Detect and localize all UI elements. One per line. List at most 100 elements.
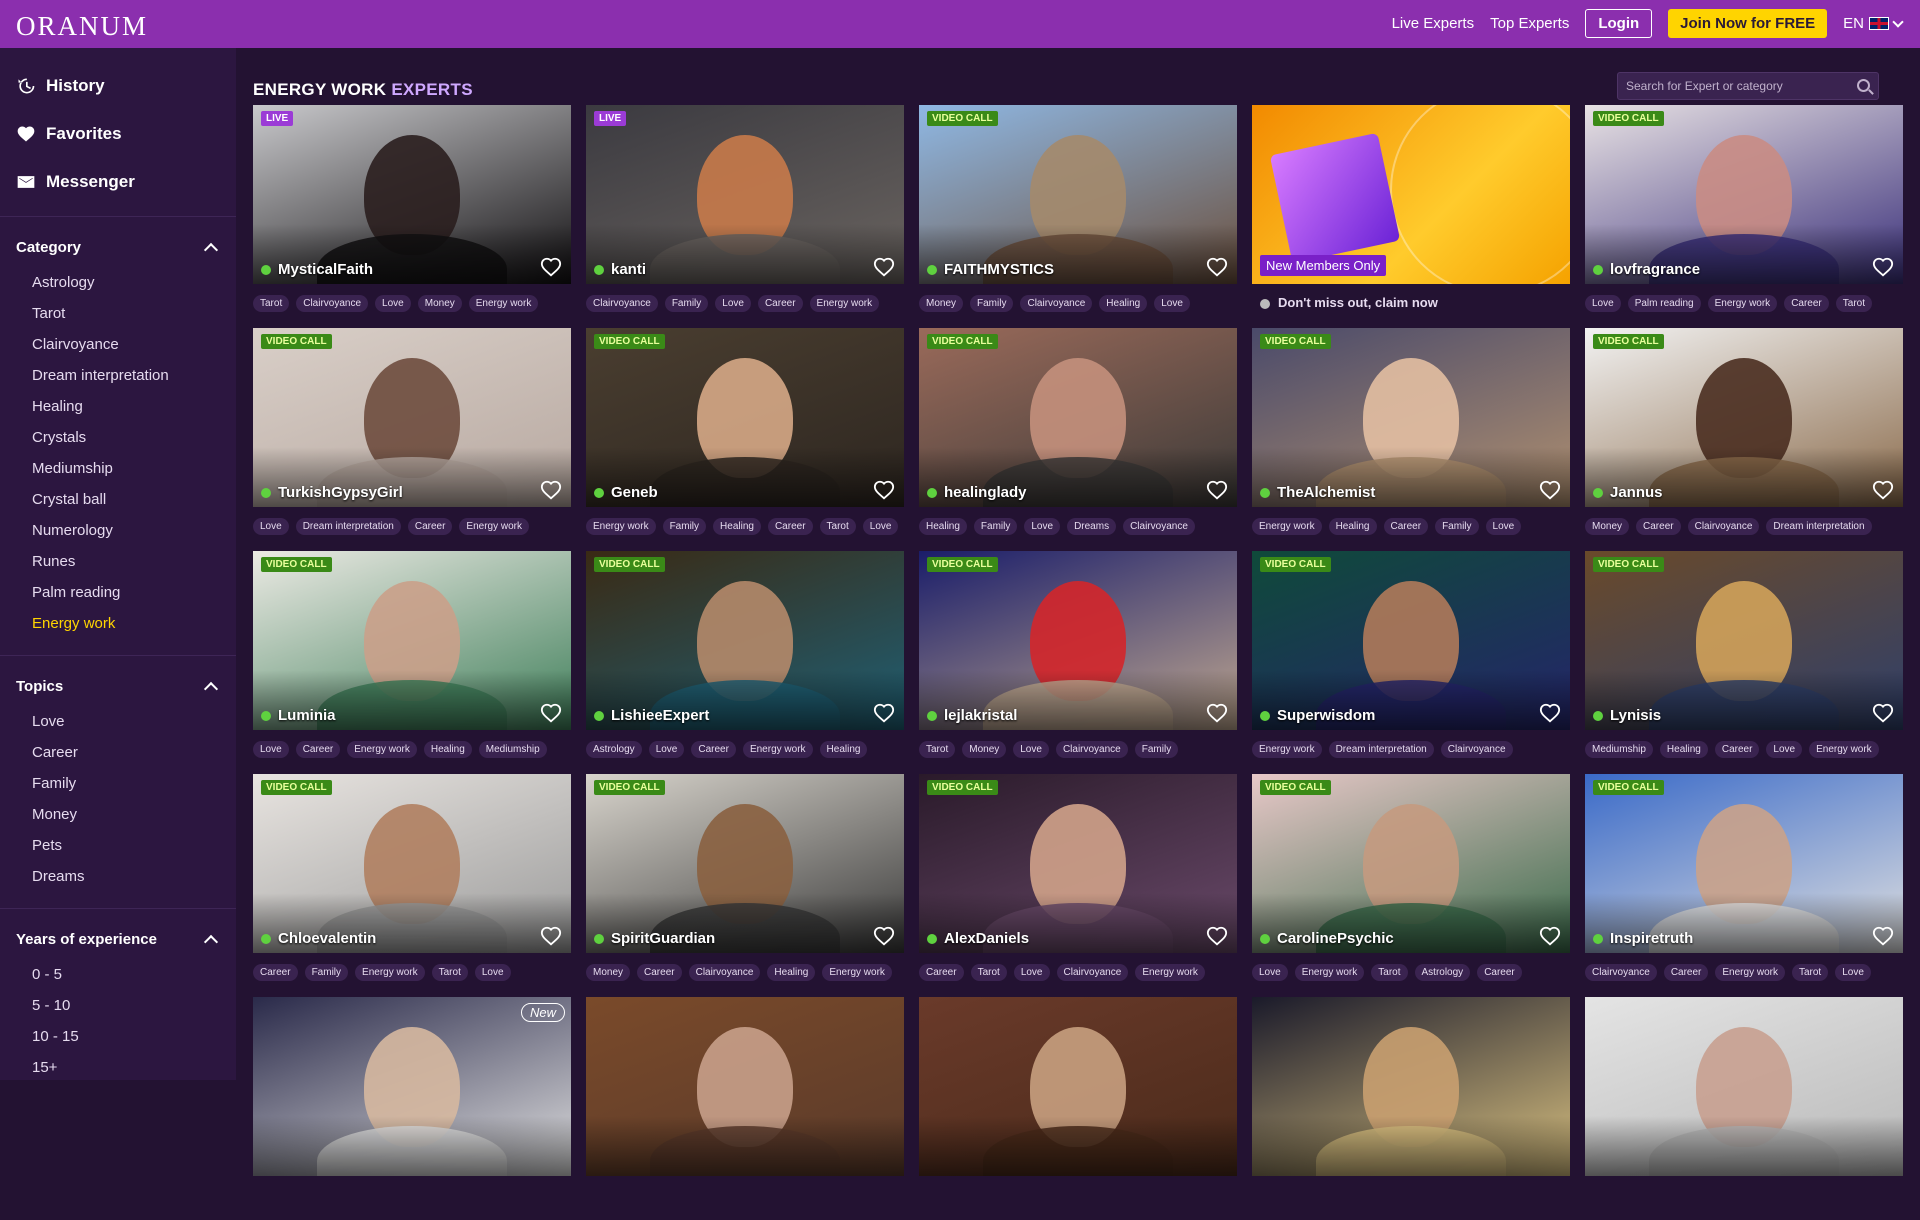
expert-thumbnail[interactable]: VIDEO CALL Jannus <box>1585 328 1903 507</box>
favorite-heart-icon[interactable] <box>539 925 563 947</box>
tag-clairvoyance[interactable]: Clairvoyance <box>1055 741 1128 758</box>
tag-healing[interactable]: Healing <box>1659 741 1708 758</box>
favorite-heart-icon[interactable] <box>872 925 896 947</box>
tag-tarot[interactable]: Tarot <box>1371 964 1408 981</box>
tag-dream-interpretation[interactable]: Dream interpretation <box>1328 741 1434 758</box>
expert-name[interactable]: MysticalFaith <box>261 261 373 278</box>
tag-energy-work[interactable]: Energy work <box>1715 964 1785 981</box>
favorite-heart-icon[interactable] <box>539 256 563 278</box>
tag-energy-work[interactable]: Energy work <box>355 964 425 981</box>
tag-healing[interactable]: Healing <box>423 741 472 758</box>
tag-dream-interpretation[interactable]: Dream interpretation <box>295 518 401 535</box>
expert-thumbnail[interactable]: VIDEO CALL Superwisdom <box>1252 551 1570 730</box>
tag-energy-work[interactable]: Energy work <box>1809 741 1879 758</box>
sidebar-item-10-15[interactable]: 10 - 15 <box>0 1021 236 1052</box>
expert-card[interactable] <box>1585 997 1903 1220</box>
nav-favorites[interactable]: Favorites <box>0 110 236 158</box>
sidebar-item-money[interactable]: Money <box>0 799 236 830</box>
expert-name[interactable]: Luminia <box>261 707 336 724</box>
expert-card[interactable]: VIDEO CALL FAITHMYSTICS Money Family Clairvo… <box>919 105 1237 328</box>
expert-card[interactable]: LIVE kanti Clairvoyance Family Love Career Ene… <box>586 105 904 328</box>
login-button[interactable]: Login <box>1585 9 1653 38</box>
tag-energy-work[interactable]: Energy work <box>1252 741 1322 758</box>
tag-palm-reading[interactable]: Palm reading <box>1627 295 1701 312</box>
tag-energy-work[interactable]: Energy work <box>468 295 539 312</box>
sidebar-item-5-10[interactable]: 5 - 10 <box>0 990 236 1021</box>
sidebar-item-crystals[interactable]: Crystals <box>0 422 236 453</box>
expert-card[interactable]: VIDEO CALL TurkishGypsyGirl Love Dream inte… <box>253 328 571 551</box>
tag-energy-work[interactable]: Energy work <box>347 741 417 758</box>
tag-tarot[interactable]: Tarot <box>1835 295 1872 312</box>
tag-career[interactable]: Career <box>1714 741 1760 758</box>
expert-name[interactable]: kanti <box>594 261 646 278</box>
expert-card[interactable]: VIDEO CALL Superwisdom Energy work Dream in… <box>1252 551 1570 774</box>
favorite-heart-icon[interactable] <box>1538 479 1562 501</box>
expert-card[interactable]: VIDEO CALL SpiritGuardian Money Career Clair… <box>586 774 904 997</box>
expert-card[interactable]: VIDEO CALL Inspiretruth Clairvoyance Career… <box>1585 774 1903 997</box>
tag-energy-work[interactable]: Energy work <box>742 741 813 758</box>
tag-dream-interpretation[interactable]: Dream interpretation <box>1766 518 1872 535</box>
tag-career[interactable]: Career <box>637 964 682 981</box>
sidebar-item-astrology[interactable]: Astrology <box>0 267 236 298</box>
sidebar-item-palm-reading[interactable]: Palm reading <box>0 577 236 608</box>
tag-money[interactable]: Money <box>417 295 462 312</box>
favorite-heart-icon[interactable] <box>1205 702 1229 724</box>
expert-thumbnail[interactable]: VIDEO CALL Geneb <box>586 328 904 507</box>
expert-name[interactable]: AlexDaniels <box>927 930 1029 947</box>
sidebar-item-family[interactable]: Family <box>0 768 236 799</box>
expert-name[interactable]: Jannus <box>1593 484 1663 501</box>
favorite-heart-icon[interactable] <box>1871 925 1895 947</box>
expert-card[interactable]: VIDEO CALL CarolinePsychic Love Energy work… <box>1252 774 1570 997</box>
expert-card[interactable]: VIDEO CALL Chloevalentin Career Family Energ… <box>253 774 571 997</box>
tag-tarot[interactable]: Tarot <box>253 295 290 312</box>
tag-clairvoyance[interactable]: Clairvoyance <box>586 295 658 312</box>
expert-name[interactable]: Inspiretruth <box>1593 930 1693 947</box>
expert-card[interactable]: VIDEO CALL LishieeExpert Astrology Love Care… <box>586 551 904 774</box>
sidebar-item-tarot[interactable]: Tarot <box>0 298 236 329</box>
favorite-heart-icon[interactable] <box>539 702 563 724</box>
tag-career[interactable]: Career <box>767 518 813 535</box>
tag-dreams[interactable]: Dreams <box>1067 518 1117 535</box>
favorite-heart-icon[interactable] <box>1538 925 1562 947</box>
tag-clairvoyance[interactable]: Clairvoyance <box>1020 295 1093 312</box>
tag-healing[interactable]: Healing <box>767 964 816 981</box>
tag-tarot[interactable]: Tarot <box>431 964 468 981</box>
tag-love[interactable]: Love <box>1013 964 1050 981</box>
expert-card[interactable]: LIVE MysticalFaith Tarot Clairvoyance Love Mo… <box>253 105 571 328</box>
expert-card[interactable]: VIDEO CALL Geneb Energy work Family Healing C… <box>586 328 904 551</box>
expert-thumbnail[interactable]: VIDEO CALL TheAlchemist <box>1252 328 1570 507</box>
tag-healing[interactable]: Healing <box>819 741 868 758</box>
tag-money[interactable]: Money <box>1585 518 1630 535</box>
expert-name[interactable]: lejlakristal <box>927 707 1017 724</box>
tag-love[interactable]: Love <box>253 518 289 535</box>
top-experts-link[interactable]: Top Experts <box>1490 15 1569 32</box>
expert-thumbnail[interactable]: VIDEO CALL lejlakristal <box>919 551 1237 730</box>
tag-tarot[interactable]: Tarot <box>1791 964 1829 981</box>
expert-name[interactable]: CarolinePsychic <box>1260 930 1394 947</box>
tag-family[interactable]: Family <box>973 518 1018 535</box>
tag-love[interactable]: Love <box>648 741 685 758</box>
sidebar-item-career[interactable]: Career <box>0 737 236 768</box>
join-button[interactable]: Join Now for FREE <box>1668 9 1828 38</box>
sidebar-item-healing[interactable]: Healing <box>0 391 236 422</box>
years-header[interactable]: Years of experience <box>0 927 236 951</box>
expert-name[interactable]: TurkishGypsyGirl <box>261 484 403 501</box>
tag-career[interactable]: Career <box>295 741 341 758</box>
tag-career[interactable]: Career <box>253 964 298 981</box>
tag-career[interactable]: Career <box>1636 518 1681 535</box>
favorite-heart-icon[interactable] <box>1205 925 1229 947</box>
nav-messenger[interactable]: Messenger <box>0 158 236 206</box>
expert-card[interactable]: VIDEO CALL Luminia Love Career Energy work He… <box>253 551 571 774</box>
tag-healing[interactable]: Healing <box>1328 518 1377 535</box>
expert-thumbnail[interactable] <box>1585 997 1903 1176</box>
tag-family[interactable]: Family <box>304 964 349 981</box>
expert-thumbnail[interactable]: VIDEO CALL Lynisis <box>1585 551 1903 730</box>
expert-thumbnail[interactable]: LIVE MysticalFaith <box>253 105 571 284</box>
tag-tarot[interactable]: Tarot <box>819 518 856 535</box>
expert-card[interactable] <box>1252 997 1570 1220</box>
tag-career[interactable]: Career <box>919 964 964 981</box>
expert-card[interactable]: New <box>253 997 571 1220</box>
expert-name[interactable]: TheAlchemist <box>1260 484 1375 501</box>
tag-clairvoyance[interactable]: Clairvoyance <box>688 964 761 981</box>
live-experts-link[interactable]: Live Experts <box>1392 15 1475 32</box>
